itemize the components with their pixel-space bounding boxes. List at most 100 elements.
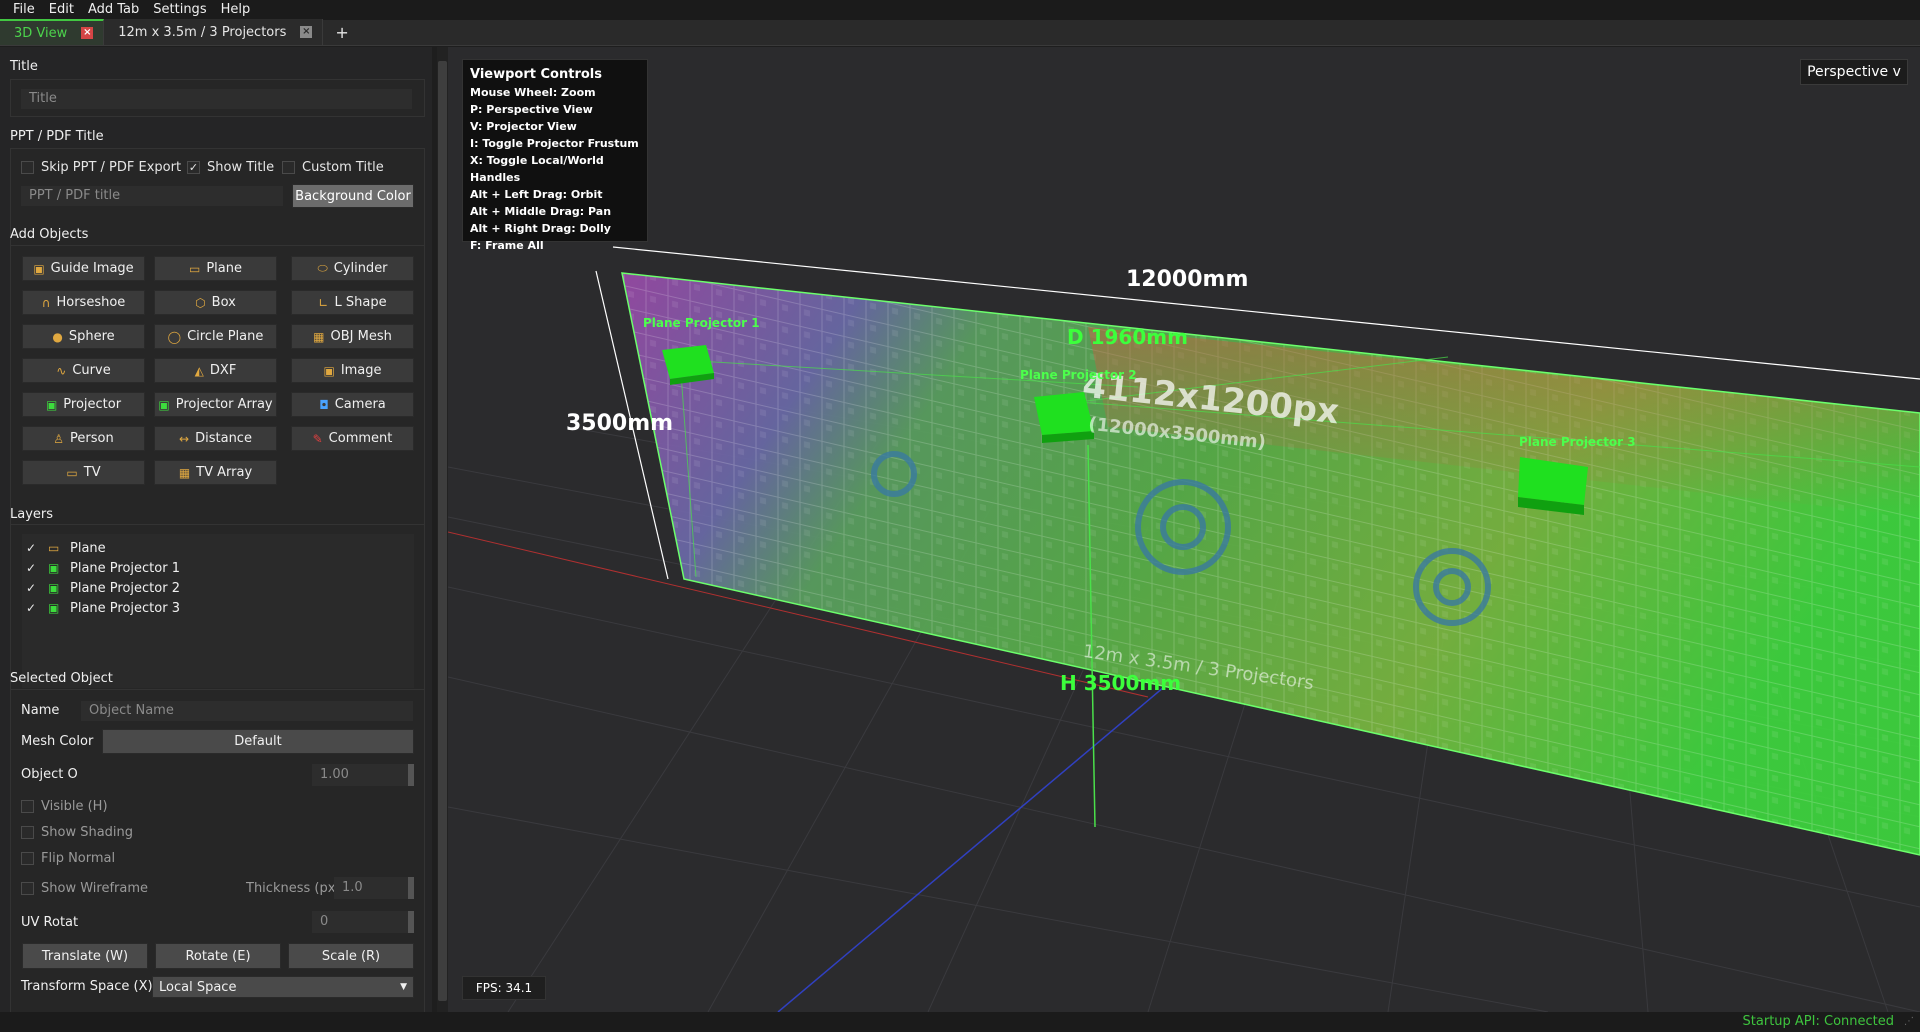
add-horseshoe-button[interactable]: ∩ Horseshoe xyxy=(22,290,145,315)
spin-arrows-icon[interactable] xyxy=(408,911,414,933)
plane-icon: ▭ xyxy=(48,541,60,555)
button-label: TV xyxy=(83,465,101,480)
box-icon: ⬡ xyxy=(195,295,206,310)
checkbox-icon xyxy=(21,852,34,865)
thickness-spinbox[interactable]: 1.0 xyxy=(334,877,414,899)
add-person-button[interactable]: ♙ Person xyxy=(22,426,145,451)
button-label: Guide Image xyxy=(50,261,134,276)
chevron-down-icon: ▼ xyxy=(400,982,407,992)
layer-label: Plane xyxy=(70,540,106,556)
add-tv-button[interactable]: ▭ TV xyxy=(22,460,145,485)
opacity-spinbox[interactable]: 1.00 xyxy=(312,764,414,786)
add-projector-button[interactable]: ▣ Projector xyxy=(22,392,145,417)
add-box-button[interactable]: ⬡ Box xyxy=(154,290,277,315)
show-title-checkbox[interactable]: Show Title xyxy=(187,160,274,175)
wireframe-label: Show Wireframe xyxy=(41,881,148,896)
layer-item[interactable]: ✓ ▣ Plane Projector 2 xyxy=(26,578,180,598)
transform-space-select[interactable]: Local Space ▼ xyxy=(152,976,414,998)
resize-grip-icon[interactable]: ⋰ xyxy=(1904,1016,1916,1028)
add-plane-button[interactable]: ▭ Plane xyxy=(154,256,277,281)
viewport-3d[interactable]: 12000mm 3500mm D 1960mm 4112x1200px (120… xyxy=(448,47,1920,1012)
flip-normal-checkbox[interactable]: Flip Normal xyxy=(21,851,115,866)
checkbox-icon xyxy=(21,826,34,839)
mesh-color-button[interactable]: Default xyxy=(102,729,414,754)
checkmark-icon[interactable]: ✓ xyxy=(26,541,40,555)
menu-help[interactable]: Help xyxy=(214,0,258,20)
add-curve-button[interactable]: ∿ Curve xyxy=(22,358,145,383)
name-label: Name xyxy=(21,703,60,718)
comment-icon: ✎ xyxy=(312,431,323,446)
button-label: Plane xyxy=(206,261,242,276)
add-dxf-button[interactable]: ◭ DXF xyxy=(154,358,277,383)
background-color-button[interactable]: Background Color xyxy=(292,184,414,208)
button-label: Circle Plane xyxy=(187,329,264,344)
shading-checkbox[interactable]: Show Shading xyxy=(21,825,133,840)
button-label: OBJ Mesh xyxy=(330,329,392,344)
plane-icon: ▭ xyxy=(189,261,201,276)
add-tab-button[interactable]: + xyxy=(323,19,360,45)
projector-icon: ▣ xyxy=(48,601,60,615)
close-icon[interactable]: × xyxy=(81,27,94,39)
layer-item[interactable]: ✓ ▭ Plane xyxy=(26,538,106,558)
visible-checkbox[interactable]: Visible (H) xyxy=(21,799,108,814)
menu-add-tab[interactable]: Add Tab xyxy=(81,0,146,20)
scrollbar-thumb[interactable] xyxy=(438,61,447,1001)
spin-arrows-icon[interactable] xyxy=(408,764,414,786)
layer-item[interactable]: ✓ ▣ Plane Projector 1 xyxy=(26,558,180,578)
close-icon[interactable]: × xyxy=(300,26,313,38)
rotate-button[interactable]: Rotate (E) xyxy=(155,943,281,969)
add-circle-plane-button[interactable]: ◯ Circle Plane xyxy=(154,324,277,349)
menu-edit[interactable]: Edit xyxy=(42,0,81,20)
add-comment-button[interactable]: ✎ Comment xyxy=(291,426,414,451)
checkbox-icon xyxy=(21,882,34,895)
ppt-title-input[interactable]: PPT / PDF title xyxy=(20,185,284,207)
add-image-button[interactable]: ▣ Image xyxy=(291,358,414,383)
custom-title-checkbox[interactable]: Custom Title xyxy=(282,160,384,175)
tab-3d-view[interactable]: 3D View × xyxy=(0,19,105,45)
camera-icon: ◘ xyxy=(319,397,329,412)
add-tv-array-button[interactable]: ▦ TV Array xyxy=(154,460,277,485)
wireframe-checkbox[interactable]: Show Wireframe xyxy=(21,881,148,896)
checkmark-icon[interactable]: ✓ xyxy=(26,561,40,575)
add-l-shape-button[interactable]: ∟ L Shape xyxy=(291,290,414,315)
button-label: Image xyxy=(340,363,382,378)
translate-button[interactable]: Translate (W) xyxy=(22,943,148,969)
add-cylinder-button[interactable]: ⬭ Cylinder xyxy=(291,256,414,281)
h-height-label: H 3500mm xyxy=(1060,671,1182,695)
add-guide-image-button[interactable]: ▣ Guide Image xyxy=(22,256,145,281)
scale-button[interactable]: Scale (R) xyxy=(288,943,414,969)
title-input[interactable]: Title xyxy=(20,88,413,110)
projector-icon: ▣ xyxy=(48,561,60,575)
panel-scrollbar[interactable] xyxy=(437,47,448,1012)
viewport-controls-panel: Viewport Controls Mouse Wheel: Zoom P: P… xyxy=(462,59,648,252)
layer-item[interactable]: ✓ ▣ Plane Projector 3 xyxy=(26,598,180,618)
add-projector-array-button[interactable]: ▣ Projector Array xyxy=(154,392,277,417)
section-title-layers: Layers xyxy=(10,507,54,522)
checkmark-icon[interactable]: ✓ xyxy=(26,601,40,615)
control-hint: V: Projector View xyxy=(470,120,577,133)
shading-label: Show Shading xyxy=(41,825,134,840)
add-camera-button[interactable]: ◘ Camera xyxy=(291,392,414,417)
tab-label: 12m x 3.5m / 3 Projectors xyxy=(118,24,287,40)
horseshoe-icon: ∩ xyxy=(41,295,51,310)
add-distance-button[interactable]: ↔ Distance xyxy=(154,426,277,451)
spin-arrows-icon[interactable] xyxy=(408,877,414,899)
object-name-input[interactable]: Object Name xyxy=(80,700,414,722)
add-sphere-button[interactable]: ● Sphere xyxy=(22,324,145,349)
menu-settings[interactable]: Settings xyxy=(146,0,213,20)
fps-counter: FPS: 34.1 xyxy=(462,976,546,1000)
perspective-dropdown[interactable]: Perspective v xyxy=(1800,59,1908,85)
uv-rotation-spinbox[interactable]: 0 xyxy=(312,911,414,933)
tab-projectors[interactable]: 12m x 3.5m / 3 Projectors × xyxy=(104,19,324,45)
skip-ppt-checkbox[interactable]: Skip PPT / PDF Export xyxy=(21,160,181,175)
control-hint: I: Toggle Projector Frustum xyxy=(470,137,639,150)
menu-file[interactable]: File xyxy=(6,0,42,20)
person-icon: ♙ xyxy=(53,431,65,446)
visible-label: Visible (H) xyxy=(41,799,108,814)
checkmark-icon[interactable]: ✓ xyxy=(26,581,40,595)
image-icon: ▣ xyxy=(33,261,45,276)
properties-panel: Title Title PPT / PDF Title Skip PPT / P… xyxy=(0,47,432,1012)
viewport-controls-title: Viewport Controls xyxy=(470,67,602,82)
add-obj-mesh-button[interactable]: ▦ OBJ Mesh xyxy=(291,324,414,349)
projector-3-body xyxy=(1518,457,1588,515)
